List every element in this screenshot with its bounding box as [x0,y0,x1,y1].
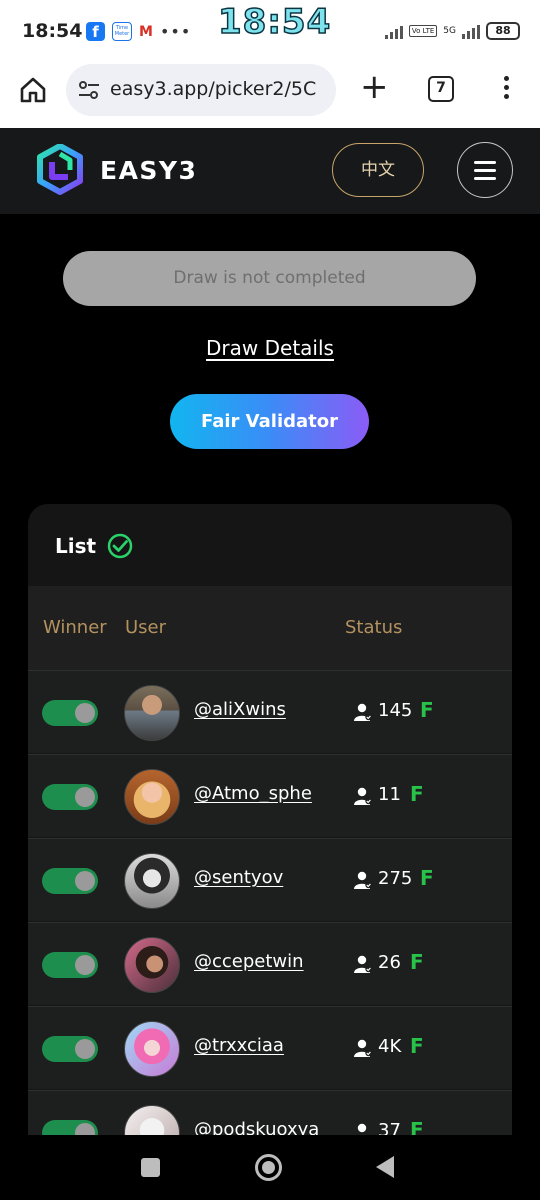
follower-count: 11 [378,784,401,805]
list-title: List [55,534,97,558]
person-icon [354,787,372,805]
winner-toggle[interactable] [42,784,98,810]
table-row: @aliXwins 145 F [28,670,512,753]
language-button[interactable]: 中文 [332,143,424,197]
person-icon [354,1039,372,1057]
column-winner: Winner [43,617,107,638]
time-meter-icon: Time Meter [112,22,132,41]
new-tab-icon[interactable]: + [360,70,389,104]
avatar[interactable] [124,1021,180,1077]
gmail-icon: M [139,23,153,40]
status-bar: 18:54 f Time Meter M ••• 18:54 Vo LTE 5G… [0,0,540,62]
status-badge: F [410,782,424,806]
user-handle-link[interactable]: @sentyov [194,867,283,888]
home-nav-icon[interactable] [255,1154,282,1181]
table-row: @Atmo_sphe 11 F [28,754,512,837]
notification-icons: f Time Meter M ••• [86,22,191,41]
browser-menu-icon[interactable] [504,76,510,102]
avatar[interactable] [124,937,180,993]
check-circle-icon [107,533,133,559]
fair-validator-button[interactable]: Fair Validator [170,394,369,449]
person-icon [354,871,372,889]
battery-icon: 88 [486,22,520,40]
winner-toggle[interactable] [42,700,98,726]
table-row: @trxxciaa 4K F [28,1006,512,1089]
url-text: easy3.app/picker2/5C [110,78,317,100]
volte-icon: Vo LTE [408,25,438,37]
site-settings-icon[interactable] [78,80,100,100]
browser-toolbar: easy3.app/picker2/5C + 7 [0,62,540,128]
table-header: Winner User Status [28,586,512,670]
user-handle-link[interactable]: @aliXwins [194,699,286,720]
status-badge: F [420,698,434,722]
person-icon [354,955,372,973]
clock-overlay: 18:54 [217,1,332,43]
system-icons: Vo LTE 5G 88 [384,22,520,40]
winner-toggle[interactable] [42,1036,98,1062]
winner-toggle[interactable] [42,868,98,894]
user-handle-link[interactable]: @ccepetwin [194,951,304,972]
status-badge: F [420,866,434,890]
tab-switcher-button[interactable]: 7 [428,76,454,102]
table-row: @sentyov 275 F [28,838,512,921]
back-icon[interactable] [376,1156,394,1178]
avatar[interactable] [124,769,180,825]
user-handle-link[interactable]: @Atmo_sphe [194,783,312,804]
draw-status-button: Draw is not completed [63,251,476,306]
winner-toggle[interactable] [42,952,98,978]
brand-name[interactable]: EASY3 [100,156,197,185]
column-user: User [125,617,167,638]
easy3-logo-icon[interactable] [36,144,84,196]
follower-count: 275 [378,868,413,889]
network-type: 5G [443,25,456,36]
follower-count: 26 [378,952,401,973]
status-badge: F [410,950,424,974]
facebook-icon: f [86,22,105,41]
person-icon [354,703,372,721]
signal-strength-icon [462,23,480,39]
more-notifications-icon: ••• [159,22,192,41]
system-navigation-bar [0,1135,540,1200]
follower-count: 145 [378,700,413,721]
draw-details-link[interactable]: Draw Details [0,336,540,360]
status-time: 18:54 [22,20,83,42]
signal-icon [384,23,403,39]
status-badge: F [410,1034,424,1058]
address-bar[interactable]: easy3.app/picker2/5C [66,64,336,116]
table-row: @ccepetwin 26 F [28,922,512,1005]
follower-count: 4K [378,1036,402,1057]
site-header: EASY3 中文 [0,128,540,214]
home-icon[interactable] [18,75,48,105]
column-status: Status [345,617,403,638]
user-handle-link[interactable]: @trxxciaa [194,1035,284,1056]
recent-apps-icon[interactable] [141,1158,160,1177]
hamburger-menu-button[interactable] [457,142,513,198]
avatar[interactable] [124,685,180,741]
avatar[interactable] [124,853,180,909]
list-card: List Winner User Status @aliXwins 145 F … [28,504,512,1144]
